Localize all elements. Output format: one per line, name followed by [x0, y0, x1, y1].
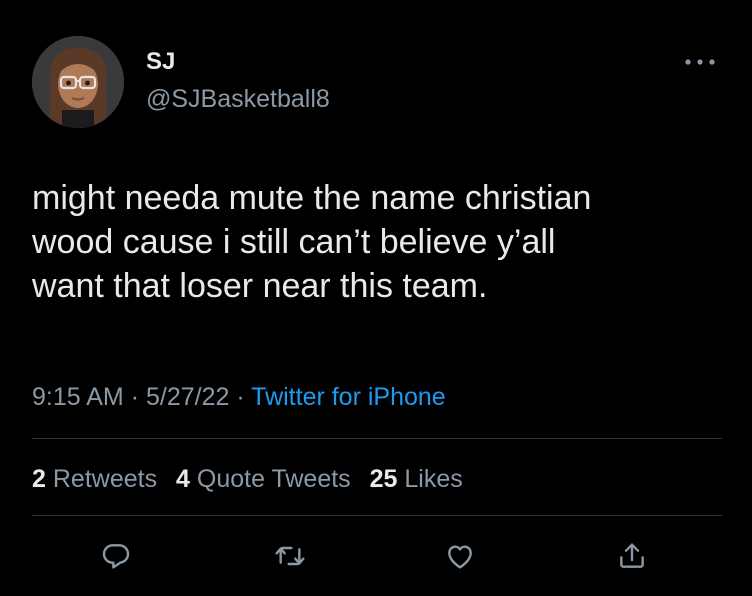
- quotes-label: Quote Tweets: [196, 465, 351, 493]
- retweet-button[interactable]: [270, 536, 310, 576]
- retweet-icon: [275, 546, 305, 566]
- reply-icon: [102, 544, 130, 569]
- display-name[interactable]: SJ: [146, 48, 175, 76]
- tweet-date[interactable]: 5/27/22: [146, 383, 229, 411]
- meta-separator: ·: [130, 383, 140, 411]
- user-handle[interactable]: @SJBasketball8: [146, 84, 330, 114]
- retweets-stat[interactable]: 2 Retweets: [32, 465, 157, 493]
- more-options-icon[interactable]: [680, 52, 720, 72]
- tweet-source-link[interactable]: Twitter for iPhone: [251, 383, 446, 411]
- quote-tweets-stat[interactable]: 4 Quote Tweets: [176, 465, 351, 493]
- likes-label: Likes: [404, 465, 463, 493]
- divider: [32, 438, 722, 439]
- like-button[interactable]: [440, 536, 480, 576]
- action-bar: [0, 536, 752, 580]
- likes-stat[interactable]: 25 Likes: [370, 465, 463, 493]
- tweet-text: might needa mute the name christian wood…: [32, 179, 592, 305]
- like-icon: [448, 545, 472, 569]
- tweet-card: SJ @SJBasketball8 might needa mute the n…: [0, 0, 752, 596]
- avatar[interactable]: [32, 36, 124, 128]
- tweet-meta: 9:15 AM · 5/27/22 · Twitter for iPhone: [32, 382, 446, 412]
- likes-count: 25: [369, 465, 398, 493]
- meta-separator: ·: [236, 383, 245, 411]
- retweets-label: Retweets: [52, 465, 158, 493]
- divider: [32, 515, 722, 516]
- retweets-count: 2: [32, 465, 46, 493]
- share-button[interactable]: [612, 536, 652, 576]
- tweet-stats: 2 Retweets 4 Quote Tweets 25 Likes: [32, 464, 475, 494]
- share-icon: [620, 543, 644, 568]
- memoji-avatar-icon: [32, 36, 124, 128]
- quotes-count: 4: [176, 465, 190, 493]
- reply-button[interactable]: [96, 536, 136, 576]
- tweet-time[interactable]: 9:15 AM: [32, 383, 124, 411]
